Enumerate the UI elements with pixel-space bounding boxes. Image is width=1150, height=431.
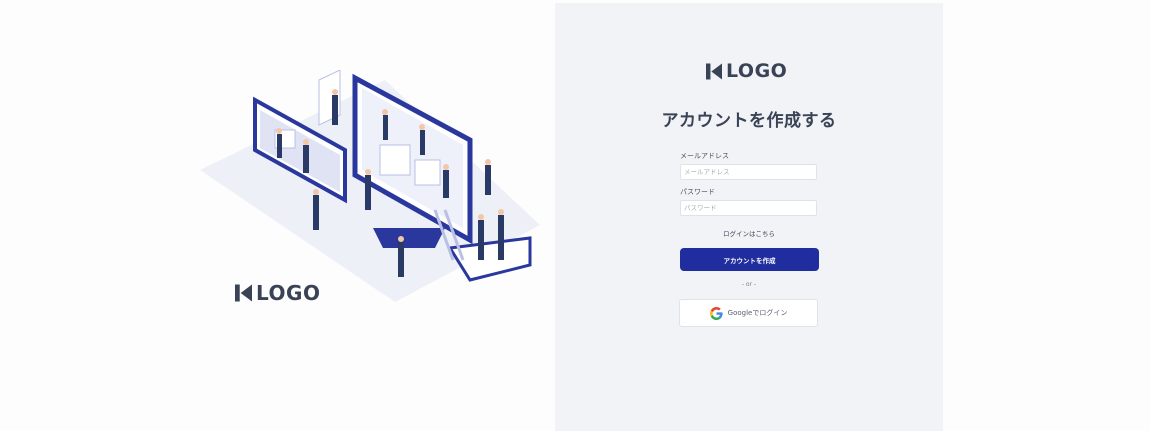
logo-text: LOGO — [256, 281, 321, 305]
email-label: メールアドレス — [680, 152, 729, 160]
create-account-button[interactable]: アカウントを作成 — [680, 248, 819, 271]
google-login-label: Googleでログイン — [727, 309, 788, 317]
page-title: アカウントを作成する — [661, 111, 837, 131]
google-login-button[interactable]: Googleでログイン — [679, 299, 818, 327]
password-field[interactable] — [680, 200, 817, 216]
signup-panel: LOGO アカウントを作成する メールアドレス パスワード ログインはこちら ア… — [555, 3, 943, 431]
or-divider: - or - — [741, 281, 757, 288]
google-icon — [709, 306, 723, 320]
k-logo-icon — [235, 284, 252, 302]
team-illustration — [200, 70, 540, 302]
brand-logo: LOGO — [235, 282, 320, 304]
brand-logo: LOGO — [706, 61, 787, 81]
logo-text: LOGO — [726, 60, 788, 82]
password-label: パスワード — [680, 188, 715, 196]
login-link[interactable]: ログインはこちら — [555, 228, 943, 238]
email-field[interactable] — [680, 164, 817, 180]
k-logo-icon — [706, 63, 722, 79]
left-illustration-panel: LOGO — [0, 0, 555, 431]
